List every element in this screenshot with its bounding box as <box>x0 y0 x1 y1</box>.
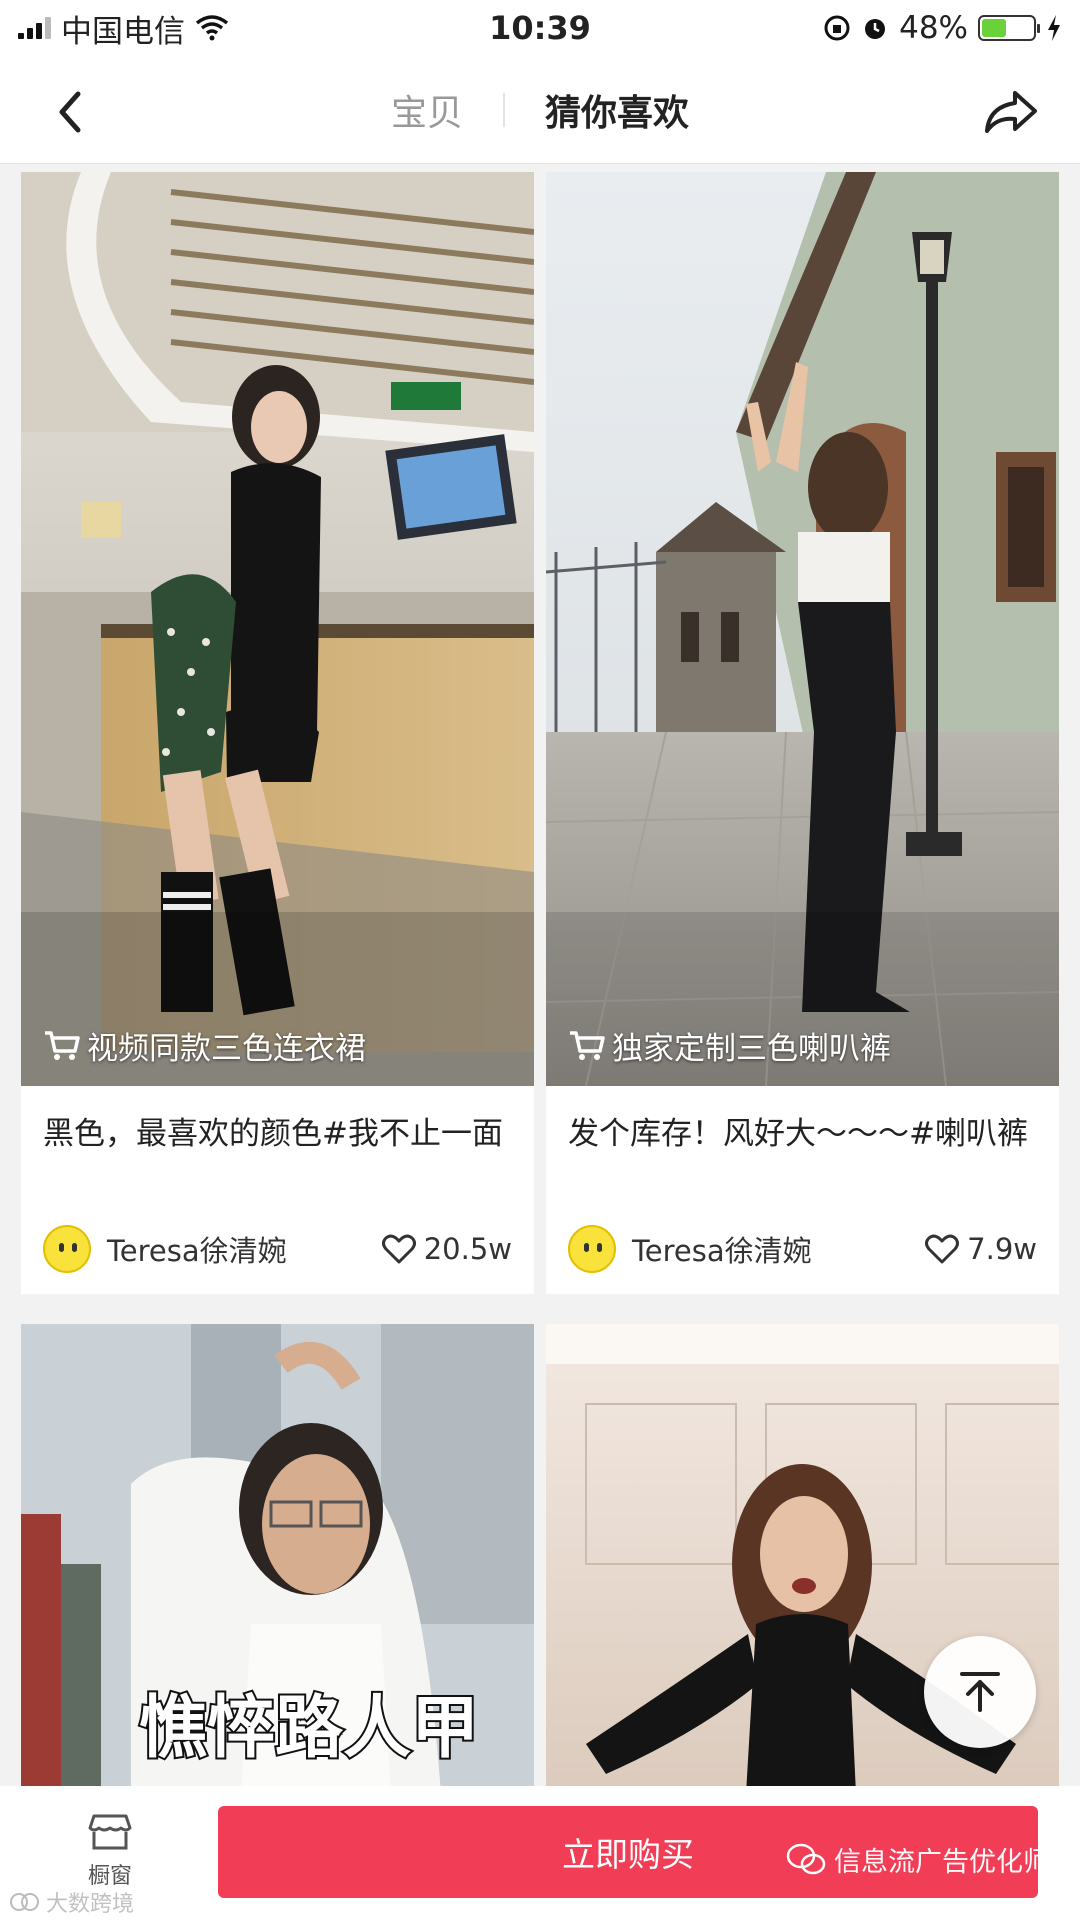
corner-watermark: 大数跨境 <box>8 1886 134 1918</box>
like-button[interactable]: 20.5w <box>381 1232 512 1266</box>
cart-icon <box>45 1030 80 1060</box>
feed-card[interactable]: 视频同款三色连衣裙 黑色，最喜欢的颜色#我不止一面 Teresa徐清婉 20.5… <box>21 172 534 1294</box>
showcase-button[interactable]: 橱窗 <box>68 1812 152 1890</box>
card-meta: Teresa徐清婉 7.9w <box>546 1204 1059 1294</box>
back-to-top-button[interactable] <box>924 1636 1036 1748</box>
battery-icon <box>978 15 1040 41</box>
tab-bar: 宝贝 猜你喜欢 <box>0 56 1080 164</box>
product-tag[interactable]: 独家定制三色喇叭裤 <box>568 1023 891 1068</box>
charging-icon <box>1048 15 1060 41</box>
bottom-bar: 橱窗 立即购买 信息流广告优化师 大数跨境 <box>0 1786 1080 1920</box>
status-right: 48% <box>702 10 1062 46</box>
feed-card[interactable]: 独家定制三色喇叭裤 发个库存！风好大～～～#喇叭裤 Teresa徐清婉 7.9w <box>546 172 1059 1294</box>
video-caption-overlay: 憔悴路人甲 <box>137 1687 481 1770</box>
video-thumbnail[interactable]: 憔悴路人甲 <box>21 1324 534 1794</box>
signal-icon <box>18 17 51 39</box>
video-thumbnail[interactable]: 视频同款三色连衣裙 <box>21 172 534 1086</box>
product-tag[interactable]: 视频同款三色连衣裙 <box>43 1023 366 1068</box>
alarm-icon <box>865 19 886 39</box>
corner-watermark-text: 大数跨境 <box>46 1892 135 1917</box>
like-button[interactable]: 7.9w <box>925 1232 1037 1266</box>
heart-icon <box>381 1234 416 1264</box>
rotation-lock-icon <box>824 15 850 41</box>
shop-window-icon <box>88 1814 132 1850</box>
tab-baobei[interactable]: 宝贝 <box>351 84 503 136</box>
card-meta: Teresa徐清婉 20.5w <box>21 1204 534 1294</box>
cart-icon <box>570 1030 605 1060</box>
card-title[interactable]: 发个库存！风好大～～～#喇叭裤 <box>546 1086 1059 1204</box>
feed-card[interactable]: 憔悴路人甲 <box>21 1324 534 1794</box>
status-bar: 中国电信 10:39 48% <box>0 0 1080 56</box>
avatar[interactable] <box>568 1225 616 1273</box>
thumbnail-image <box>546 172 1059 1086</box>
status-left: 中国电信 <box>18 6 378 51</box>
wechat-icon <box>786 1843 826 1874</box>
product-tag-label: 独家定制三色喇叭裤 <box>612 1031 891 1067</box>
nav-header: 宝贝 猜你喜欢 <box>0 56 1080 164</box>
clock: 10:39 <box>489 9 591 47</box>
product-tag-label: 视频同款三色连衣裙 <box>87 1031 366 1067</box>
video-thumbnail[interactable]: 独家定制三色喇叭裤 <box>546 172 1059 1086</box>
thumbnail-image <box>21 172 534 1086</box>
arrow-up-to-top-icon <box>960 1672 1000 1712</box>
like-count: 20.5w <box>423 1232 512 1266</box>
watermark-text: 信息流广告优化师 <box>834 1847 1050 1878</box>
chevron-left-icon <box>59 91 81 133</box>
tab-guess-you-like[interactable]: 猜你喜欢 <box>505 84 729 136</box>
share-icon <box>985 91 1037 133</box>
author-name[interactable]: Teresa徐清婉 <box>632 1228 925 1270</box>
heart-icon <box>925 1234 960 1264</box>
like-count: 7.9w <box>967 1232 1037 1266</box>
battery-percent: 48% <box>899 10 968 46</box>
share-button[interactable] <box>976 82 1046 142</box>
carrier-label: 中国电信 <box>61 13 185 50</box>
card-title[interactable]: 黑色，最喜欢的颜色#我不止一面 <box>21 1086 534 1204</box>
wifi-icon <box>195 15 229 41</box>
battery-fill <box>982 19 1006 37</box>
wechat-watermark: 信息流广告优化师 <box>786 1840 1050 1879</box>
back-button[interactable] <box>40 82 100 142</box>
brand-logo-icon <box>10 1893 39 1911</box>
avatar[interactable] <box>43 1225 91 1273</box>
author-name[interactable]: Teresa徐清婉 <box>107 1228 382 1270</box>
